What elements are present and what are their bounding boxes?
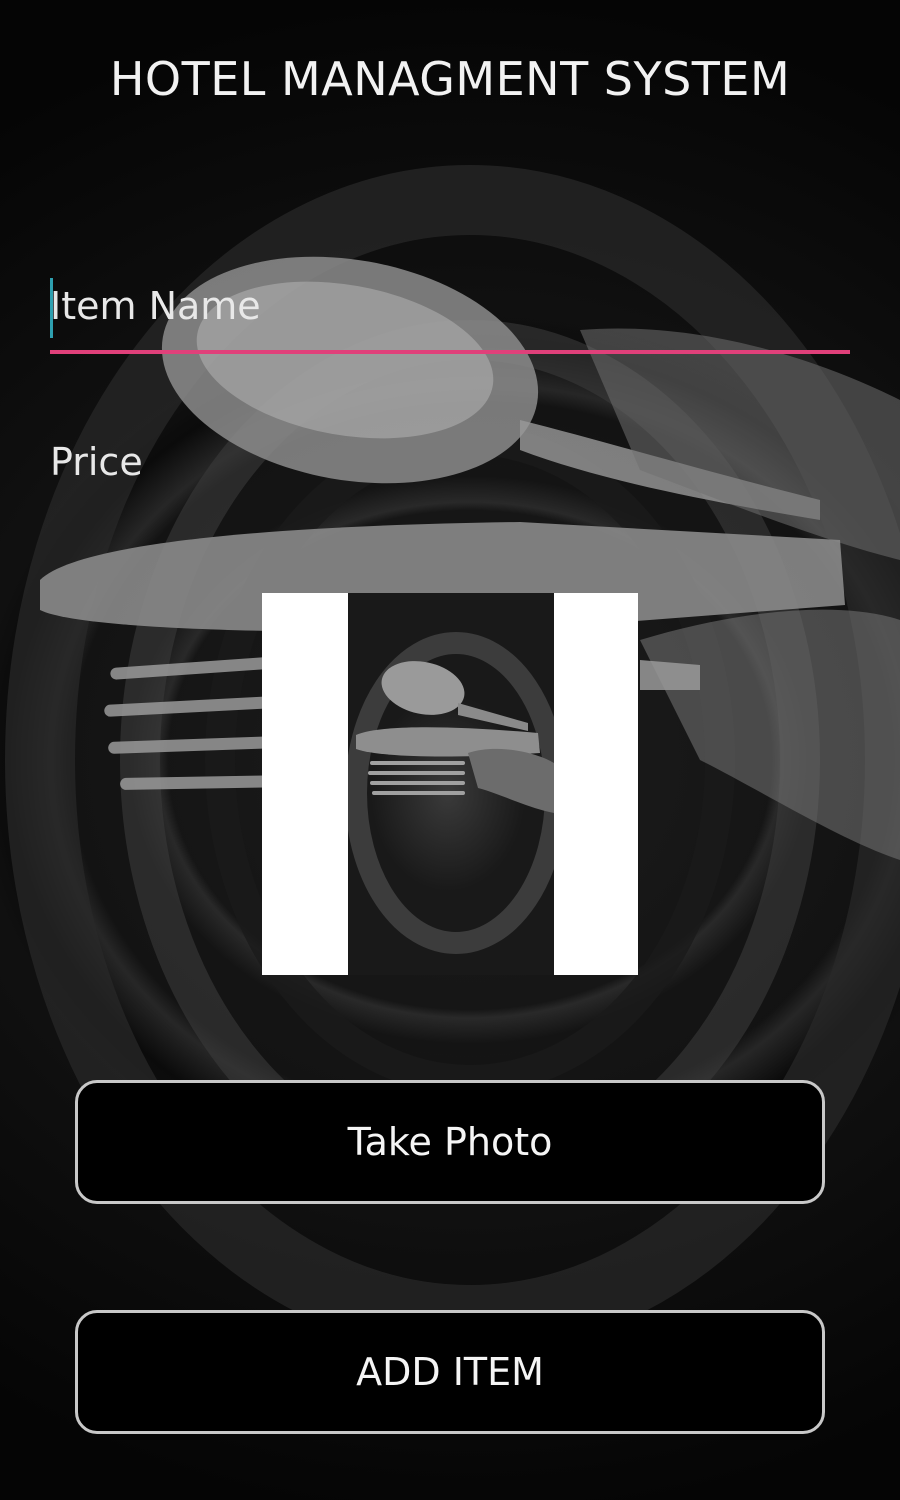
cutlery-photo-thumbnail-icon <box>348 632 554 954</box>
photo-preview <box>262 593 638 975</box>
add-item-button[interactable]: ADD ITEM <box>75 1310 825 1434</box>
item-name-input[interactable] <box>50 262 850 354</box>
item-name-field[interactable] <box>50 262 850 358</box>
screen: HOTEL MANAGMENT SYSTEM Take Ph <box>0 0 900 1500</box>
text-cursor <box>50 278 53 338</box>
photo-preview-image <box>348 593 554 975</box>
price-field[interactable] <box>50 425 850 505</box>
take-photo-button[interactable]: Take Photo <box>75 1080 825 1204</box>
app-title: HOTEL MANAGMENT SYSTEM <box>109 52 791 106</box>
price-input[interactable] <box>50 425 850 499</box>
